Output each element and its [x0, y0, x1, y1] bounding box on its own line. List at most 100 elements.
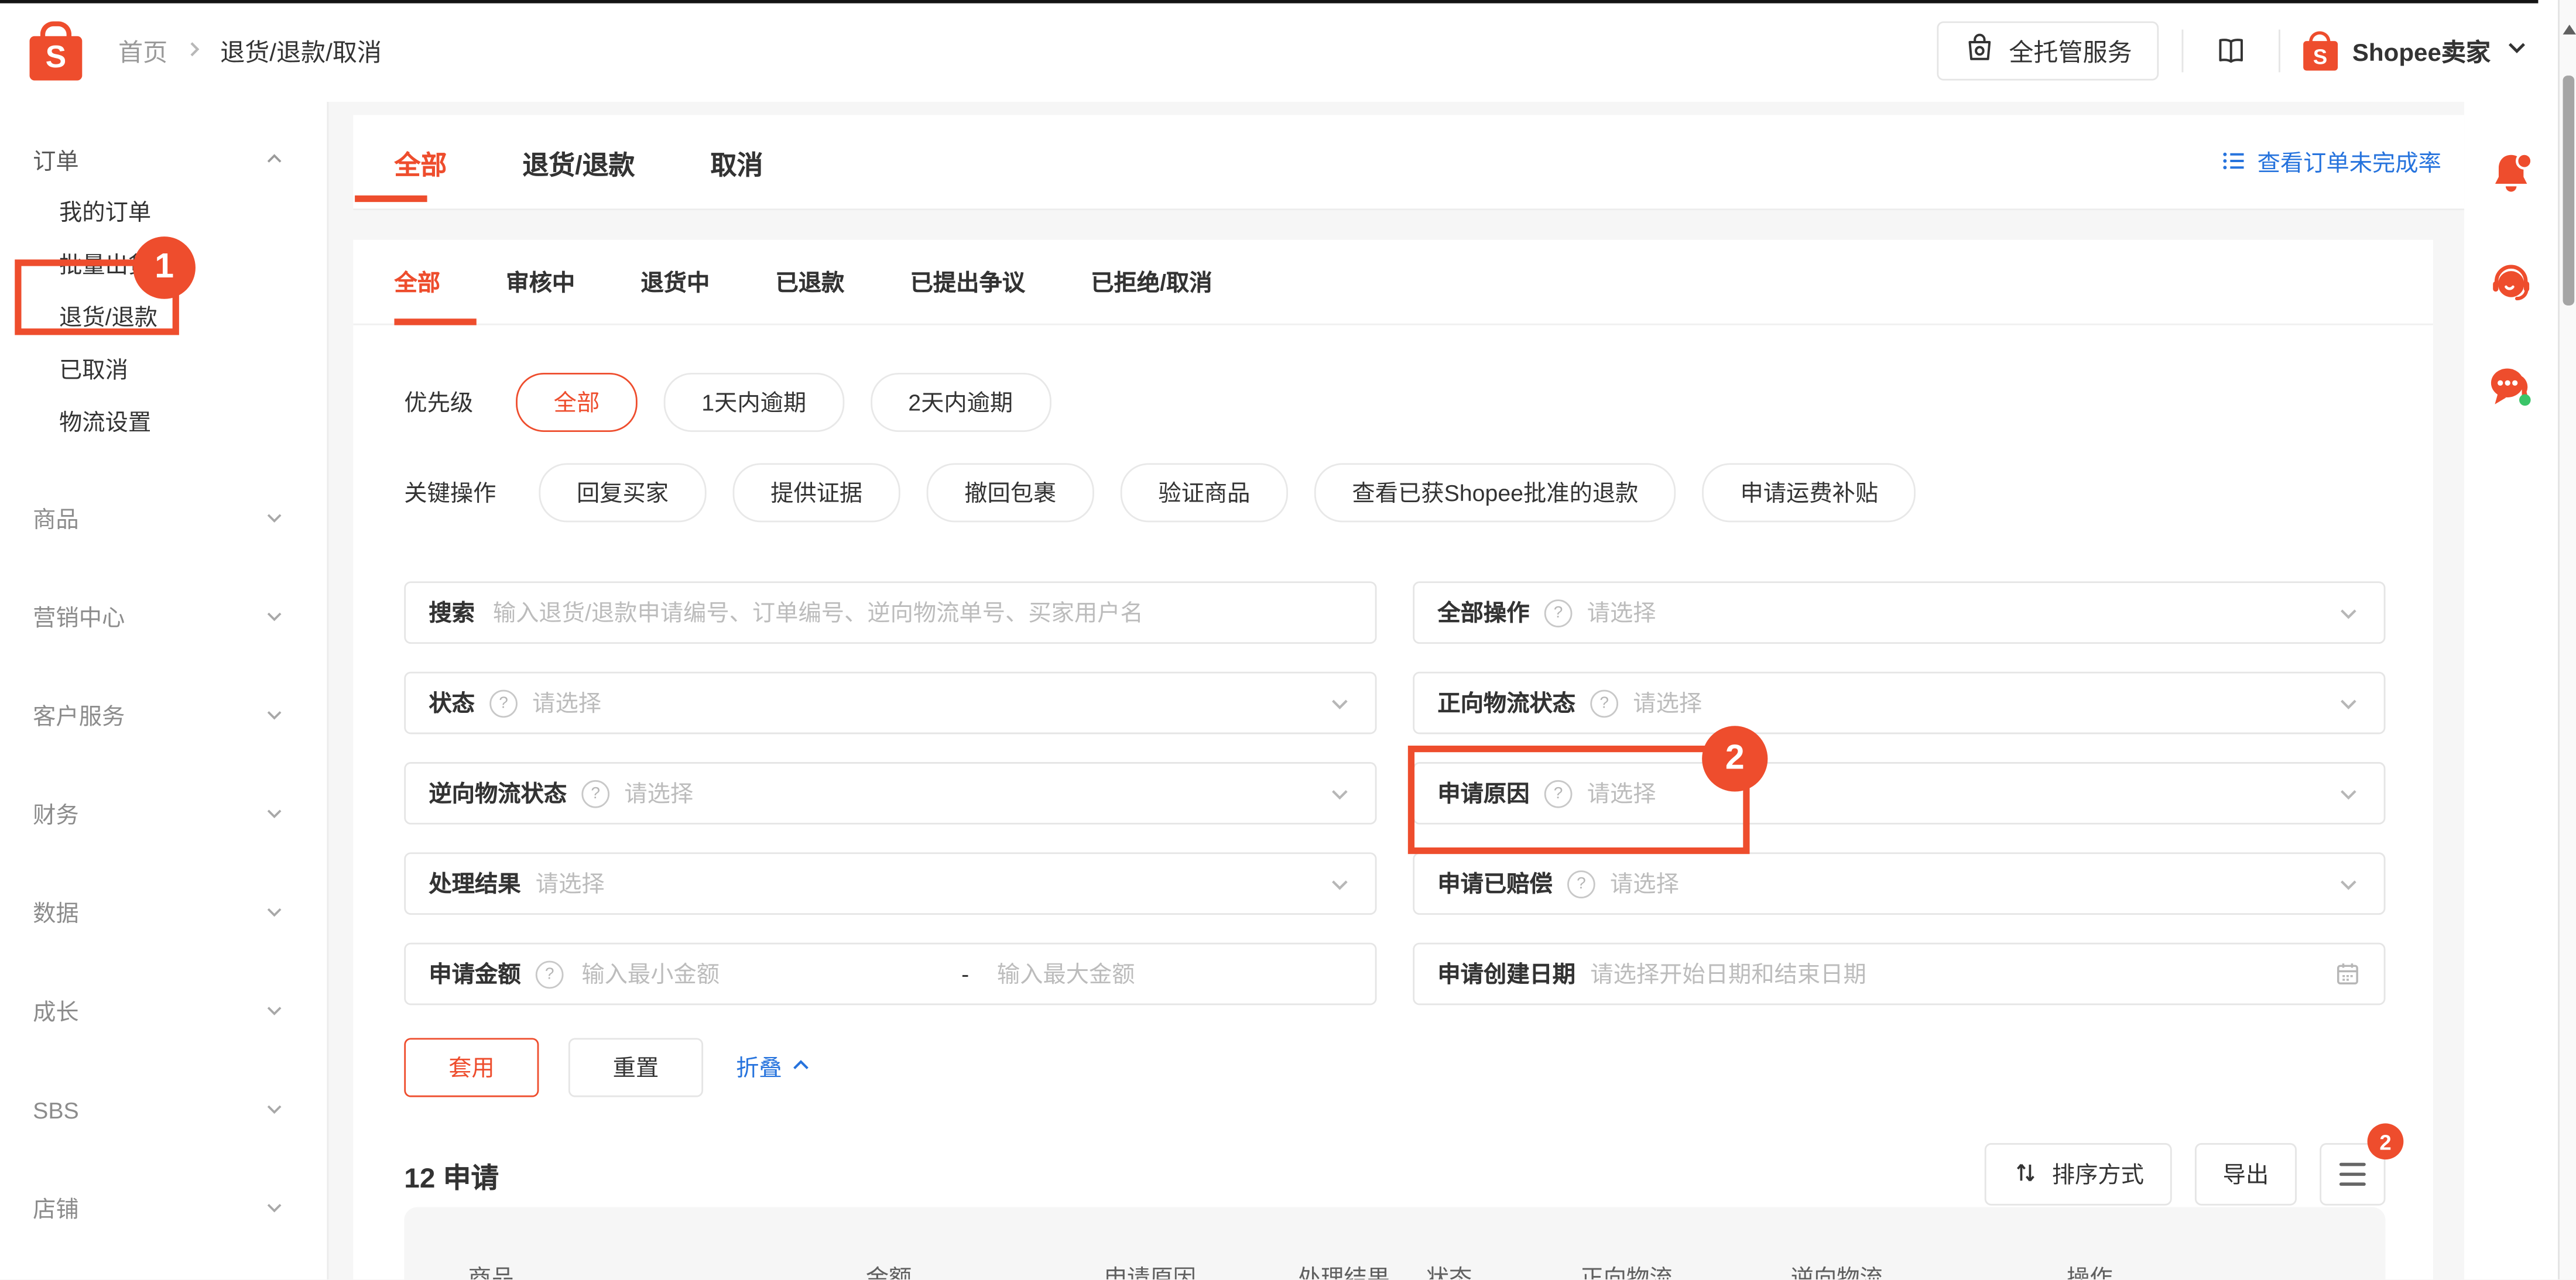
annotation-step-1-badge: 1 [133, 236, 196, 299]
priority-label: 优先级 [404, 386, 473, 418]
action-pill-provide-evidence[interactable]: 提供证据 [733, 463, 900, 522]
result-select[interactable]: 处理结果 请选择 [404, 852, 1376, 915]
compensated-select[interactable]: 申请已赔偿 请选择 [1413, 852, 2385, 915]
collapse-button[interactable]: 折叠 [736, 1051, 811, 1084]
select-chevron-icon [2336, 781, 2361, 805]
sidebar-group-growth[interactable]: 成长 [0, 987, 327, 1036]
managed-service-label: 全托管服务 [2009, 34, 2132, 68]
chat-icon[interactable] [2486, 361, 2537, 412]
export-button[interactable]: 导出 [2195, 1143, 2297, 1206]
chevron-down-icon [2505, 36, 2528, 66]
subtab-refunded[interactable]: 已退款 [775, 266, 844, 299]
action-pill-reply-buyer[interactable]: 回复买家 [539, 463, 706, 522]
order-incomplete-rate-link[interactable]: 查看订单未完成率 [2221, 115, 2441, 210]
select-chevron-icon [1327, 781, 1352, 805]
help-icon[interactable] [1590, 689, 1618, 717]
managed-service-button[interactable]: 全托管服务 [1937, 21, 2159, 80]
sidebar-group-orders[interactable]: 订单 [0, 136, 327, 186]
active-subtab-underline [394, 318, 476, 325]
sidebar-group-marketing[interactable]: 营销中心 [0, 593, 327, 642]
column-header-product: 商品 [468, 1261, 515, 1280]
tab-all[interactable]: 全部 [394, 143, 447, 182]
search-input[interactable] [489, 598, 1352, 627]
reset-button[interactable]: 重置 [568, 1038, 703, 1097]
list-icon [2221, 147, 2248, 178]
forward-logistics-select[interactable]: 正向物流状态 请选择 [1413, 672, 2385, 735]
results-count: 12 申请 [404, 1154, 499, 1195]
subtab-reviewing[interactable]: 审核中 [506, 266, 575, 299]
subtab-all[interactable]: 全部 [394, 266, 440, 299]
sidebar-group-shop[interactable]: 店铺 [0, 1184, 327, 1233]
all-operations-select[interactable]: 全部操作 请选择 [1413, 581, 2385, 644]
chevron-down-icon [265, 506, 285, 532]
sidebar-group-finance[interactable]: 财务 [0, 790, 327, 839]
priority-pill-all[interactable]: 全部 [516, 373, 638, 432]
results-row: 12 申请 排序方式 导出 [404, 1143, 2385, 1206]
tab-cancel[interactable]: 取消 [711, 143, 763, 182]
sidebar-item-my-orders[interactable]: 我的订单 [0, 186, 327, 238]
search-label: 搜索 [429, 596, 475, 629]
key-actions-label: 关键操作 [404, 476, 496, 509]
breadcrumb-current: 退货/退款/取消 [220, 34, 382, 68]
scrollbar[interactable] [2558, 0, 2576, 1280]
sidebar-item-cancelled[interactable]: 已取消 [0, 343, 327, 396]
notifications-bell-icon[interactable] [2486, 148, 2537, 199]
amount-min-input[interactable] [578, 959, 937, 989]
priority-pill-overdue-1d[interactable]: 1天内逾期 [664, 373, 844, 432]
breadcrumb: 首页 退货/退款/取消 [118, 34, 382, 68]
table-header: 商品 金额 申请原因 处理结果 状态 正向物流 逆向物流 操作 [404, 1207, 2385, 1280]
select-chevron-icon [2336, 871, 2361, 896]
amount-filter[interactable]: 申请金额 - [404, 943, 1376, 1006]
select-chevron-icon [2336, 600, 2361, 625]
column-header-status: 状态 [1426, 1261, 1472, 1280]
tab-return-refund[interactable]: 退货/退款 [522, 143, 635, 182]
knowledge-book-icon[interactable] [2206, 26, 2255, 76]
help-icon[interactable] [581, 780, 609, 808]
shopee-bag-icon: S [2303, 41, 2338, 71]
amount-separator: - [951, 961, 979, 987]
subtab-disputed[interactable]: 已提出争议 [910, 266, 1025, 299]
breadcrumb-home[interactable]: 首页 [118, 34, 167, 68]
help-icon[interactable] [1544, 599, 1573, 627]
filter-buttons-row: 套用 重置 折叠 [404, 1038, 811, 1097]
scrollbar-up-arrow[interactable] [2562, 25, 2575, 35]
priority-pill-overdue-2d[interactable]: 2天内逾期 [871, 373, 1051, 432]
account-menu[interactable]: S Shopee卖家 [2303, 31, 2529, 70]
sort-icon [2012, 1159, 2039, 1190]
reverse-logistics-select[interactable]: 逆向物流状态 请选择 [404, 762, 1376, 825]
sidebar-group-products[interactable]: 商品 [0, 495, 327, 544]
filter-grid: 搜索 全部操作 请选择 状态 请选择 正向物流状态 请选择 [404, 581, 2385, 1005]
shopee-logo-letter: S [46, 43, 67, 74]
chevron-down-icon [265, 1097, 285, 1123]
sidebar-group-customer-service[interactable]: 客户服务 [0, 691, 327, 740]
status-select[interactable]: 状态 请选择 [404, 672, 1376, 735]
customer-support-headset-icon[interactable] [2486, 258, 2537, 309]
column-header-reverse-logistics: 逆向物流 [1791, 1261, 1883, 1280]
apply-button[interactable]: 套用 [404, 1038, 539, 1097]
help-icon[interactable] [489, 689, 518, 717]
app: S 首页 退货/退款/取消 全托管服务 [0, 0, 2576, 1280]
action-pill-verify-product[interactable]: 验证商品 [1121, 463, 1288, 522]
action-pill-shopee-approved-refunds[interactable]: 查看已获Shopee批准的退款 [1314, 463, 1676, 522]
action-pill-recall-parcel[interactable]: 撤回包裹 [927, 463, 1094, 522]
sidebar-item-shipping-settings[interactable]: 物流设置 [0, 396, 327, 448]
sort-button[interactable]: 排序方式 [1985, 1143, 2172, 1206]
chevron-down-icon [265, 1196, 285, 1222]
help-icon[interactable] [1567, 870, 1595, 898]
header-divider [2181, 30, 2183, 73]
action-pill-shipping-subsidy[interactable]: 申请运费补贴 [1703, 463, 1916, 522]
created-date-filter[interactable]: 申请创建日期 请选择开始日期和结束日期 [1413, 943, 2385, 1006]
breadcrumb-separator-icon [184, 37, 204, 65]
sidebar-group-data[interactable]: 数据 [0, 888, 327, 938]
priority-row: 优先级 全部 1天内逾期 2天内逾期 [404, 373, 1050, 432]
help-icon[interactable] [536, 960, 564, 988]
amount-max-input[interactable] [994, 959, 1352, 989]
account-name: Shopee卖家 [2352, 34, 2491, 68]
content-panel: 全部 审核中 退货中 已退款 已提出争议 已拒绝/取消 优先级 全部 1天内逾期… [353, 240, 2433, 1280]
sidebar-group-sbs[interactable]: SBS [0, 1086, 327, 1135]
subtab-returning[interactable]: 退货中 [640, 266, 710, 299]
search-filter[interactable]: 搜索 [404, 581, 1376, 644]
subtab-rejected-cancelled[interactable]: 已拒绝/取消 [1091, 266, 1212, 299]
shopee-logo[interactable]: S [30, 36, 83, 81]
scrollbar-thumb[interactable] [2562, 76, 2574, 306]
